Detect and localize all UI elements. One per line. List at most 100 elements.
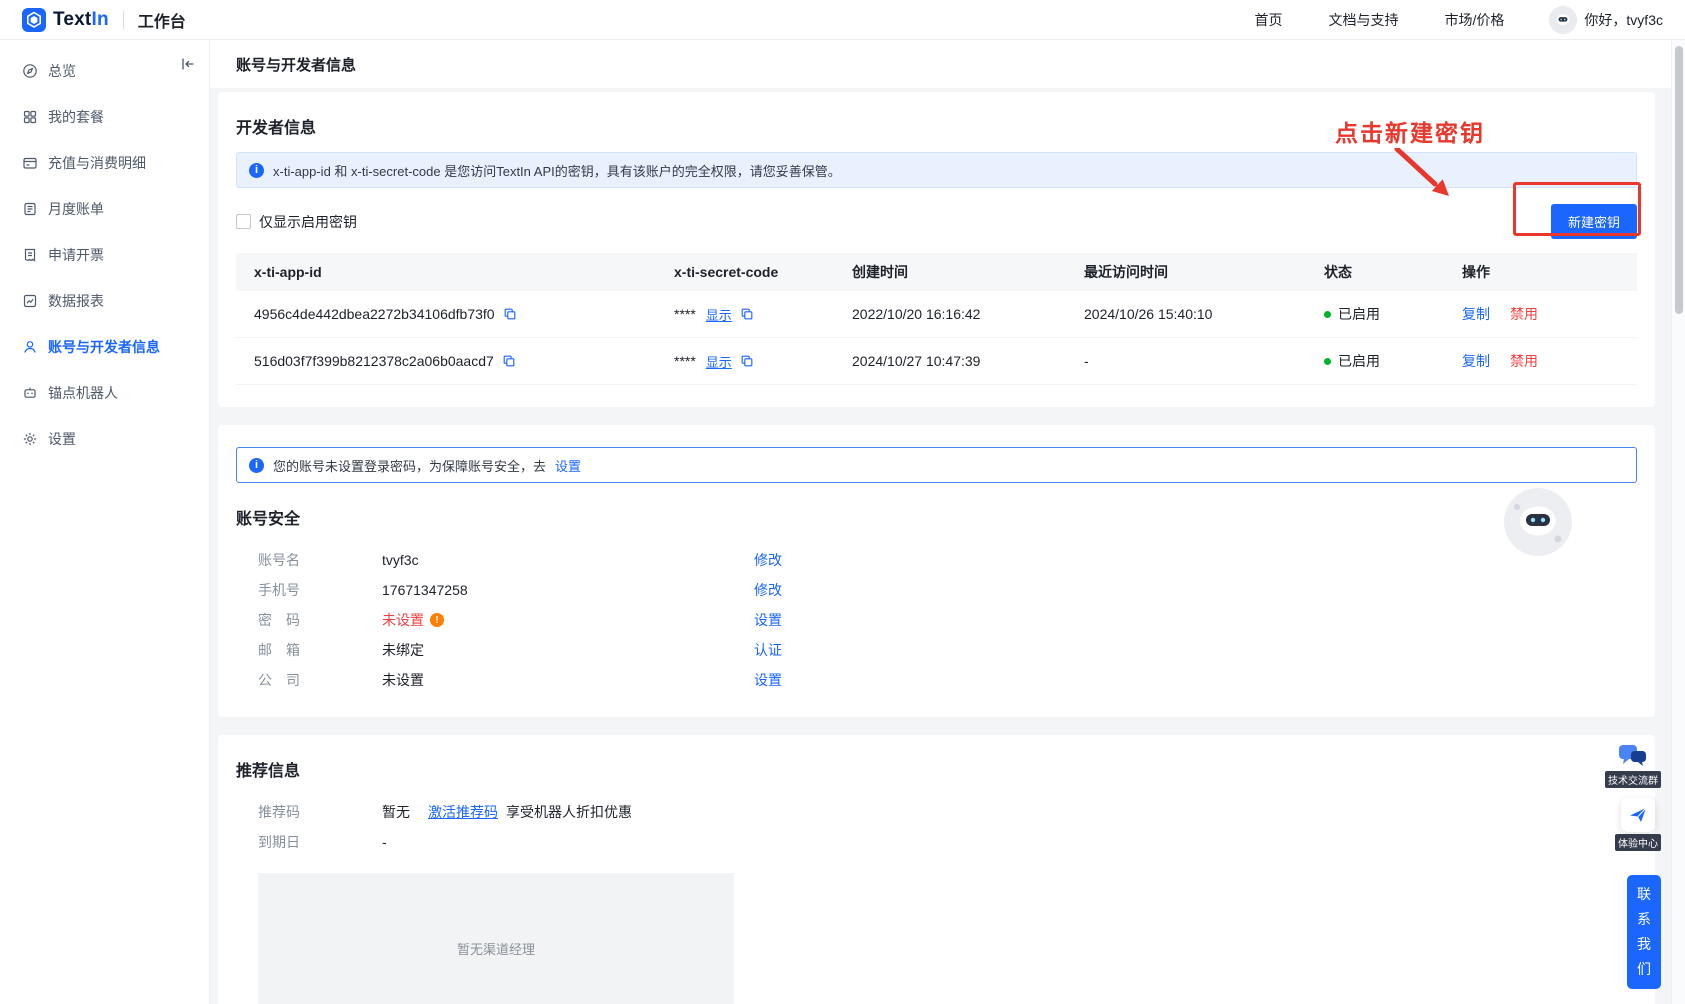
sidebar-item-anchor-robot[interactable]: 锚点机器人 (0, 370, 209, 416)
table-row: 516d03f7f399b8212378c2a06b0aacd7 **** 显示… (236, 338, 1637, 385)
activate-referral-link[interactable]: 激活推荐码 (428, 802, 498, 822)
robot-icon (22, 385, 38, 401)
referral-code-row: 推荐码 暂无 激活推荐码 享受机器人折扣优惠 (236, 797, 1637, 827)
sidebar-collapse-icon[interactable] (180, 56, 196, 72)
field-value: 17671347258 (382, 582, 468, 598)
show-secret-link[interactable]: 显示 (706, 352, 732, 371)
enabled-keys-filter[interactable]: 仅显示启用密钥 (236, 212, 357, 232)
scrollbar-thumb[interactable] (1675, 46, 1683, 314)
user-avatar (1550, 7, 1576, 33)
topbar: TextIn 工作台 首页 文档与支持 市场/价格 你好，tvyf3c (0, 0, 1685, 40)
sidebar-item-overview[interactable]: 总览 (0, 48, 209, 94)
field-label: 账号名 (258, 550, 382, 570)
sidebar-item-data-report[interactable]: 数据报表 (0, 278, 209, 324)
expiry-date-row: 到期日 - (236, 827, 1637, 857)
developer-card-title: 开发者信息 (236, 114, 1637, 138)
info-icon: i (249, 163, 264, 178)
sidebar-item-label: 设置 (48, 429, 76, 449)
password-setup-link[interactable]: 设置 (555, 456, 581, 475)
last-access-time: 2024/10/26 15:40:10 (1066, 306, 1306, 322)
contact-us-label: 联系我们 (1636, 882, 1652, 982)
nav-docs-support[interactable]: 文档与支持 (1329, 10, 1399, 30)
header-status: 状态 (1306, 262, 1444, 282)
user-menu[interactable]: 你好，tvyf3c (1550, 7, 1663, 33)
field-value: 未绑定 (382, 640, 424, 660)
password-notice-text: 您的账号未设置登录密码，为保障账号安全，去 (273, 456, 546, 475)
last-access-time: - (1066, 353, 1306, 369)
field-row-phone: 手机号 17671347258 修改 (236, 575, 1637, 605)
set-password-link[interactable]: 设置 (754, 610, 782, 630)
api-keys-table: x-ti-app-id x-ti-secret-code 创建时间 最近访问时间… (236, 253, 1637, 385)
info-icon: i (249, 458, 264, 473)
field-value: 未设置 (382, 670, 424, 690)
field-row-account-name: 账号名 tvyf3c 修改 (236, 545, 1637, 575)
referral-code-value: 暂无 (382, 802, 410, 822)
verify-email-link[interactable]: 认证 (754, 640, 782, 660)
expiry-date-value: - (382, 834, 387, 850)
page-title: 账号与开发者信息 (236, 54, 356, 75)
settings-gear-icon (22, 431, 38, 447)
copy-icon[interactable] (503, 307, 517, 321)
nav-market-pricing[interactable]: 市场/价格 (1445, 10, 1505, 30)
nav-home[interactable]: 首页 (1255, 10, 1283, 30)
account-icon (22, 339, 38, 355)
api-key-notice-text: x-ti-app-id 和 x-ti-secret-code 是您访问TextI… (273, 161, 841, 180)
modify-account-name-link[interactable]: 修改 (754, 550, 782, 570)
chat-bubbles-icon (1618, 743, 1648, 769)
table-row: 4956c4de442dbea2272b34106dfb73f0 **** 显示… (236, 291, 1637, 338)
tech-group-widget[interactable]: 技术交流群 (1605, 743, 1661, 788)
developer-info-card: 开发者信息 i x-ti-app-id 和 x-ti-secret-code 是… (218, 92, 1655, 407)
new-key-button[interactable]: 新建密钥 (1551, 204, 1637, 239)
referral-benefit-text: 享受机器人折扣优惠 (506, 802, 632, 822)
header-last-access: 最近访问时间 (1066, 262, 1306, 282)
field-value: tvyf3c (382, 552, 419, 568)
invoice-icon (22, 247, 38, 263)
status-text: 已启用 (1338, 304, 1380, 324)
copy-icon[interactable] (740, 354, 754, 368)
copy-action-link[interactable]: 复制 (1462, 351, 1490, 371)
contact-us-button[interactable]: 联系我们 (1627, 875, 1661, 989)
field-label: 手机号 (258, 580, 382, 600)
api-key-notice-banner: i x-ti-app-id 和 x-ti-secret-code 是您访问Tex… (236, 152, 1637, 188)
header-operations: 操作 (1444, 262, 1637, 282)
sidebar-item-recharge-details[interactable]: 充值与消费明细 (0, 140, 209, 186)
account-security-card: i 您的账号未设置登录密码，为保障账号安全，去 设置 账号安全 账 (218, 425, 1655, 717)
sidebar-item-packages[interactable]: 我的套餐 (0, 94, 209, 140)
field-value: 未设置 (382, 610, 424, 630)
sidebar-item-account-developer[interactable]: 账号与开发者信息 (0, 324, 209, 370)
field-label: 密 码 (258, 610, 382, 630)
created-time: 2024/10/27 10:47:39 (834, 353, 1066, 369)
sidebar-item-monthly-bill[interactable]: 月度账单 (0, 186, 209, 232)
disable-action-link[interactable]: 禁用 (1510, 304, 1538, 324)
secret-masked: **** (674, 353, 696, 369)
enabled-keys-checkbox[interactable] (236, 214, 251, 229)
sidebar-item-invoice[interactable]: 申请开票 (0, 232, 209, 278)
field-label: 公 司 (258, 670, 382, 690)
sidebar-item-settings[interactable]: 设置 (0, 416, 209, 462)
secret-masked: **** (674, 306, 696, 322)
disable-action-link[interactable]: 禁用 (1510, 351, 1538, 371)
tech-group-label: 技术交流群 (1605, 771, 1661, 788)
header-created: 创建时间 (834, 262, 1066, 282)
scrollbar-track[interactable] (1671, 40, 1685, 1004)
sidebar-item-label: 申请开票 (48, 245, 104, 265)
logo[interactable]: TextIn (22, 8, 109, 32)
copy-action-link[interactable]: 复制 (1462, 304, 1490, 324)
topbar-divider (123, 11, 124, 29)
show-secret-link[interactable]: 显示 (706, 305, 732, 324)
sidebar-item-label: 总览 (48, 61, 76, 81)
overview-icon (22, 63, 38, 79)
main-area: 账号与开发者信息 开发者信息 i x-ti-app-id 和 x-ti-secr… (210, 40, 1685, 1004)
copy-icon[interactable] (502, 354, 516, 368)
sidebar-item-label: 账号与开发者信息 (48, 337, 160, 357)
copy-icon[interactable] (740, 307, 754, 321)
modify-phone-link[interactable]: 修改 (754, 580, 782, 600)
field-row-company: 公 司 未设置 设置 (236, 665, 1637, 695)
sidebar: 总览 我的套餐 充值与消费明细 月度账单 申请开票 数据报表 账号与开发者信息 … (0, 40, 210, 1004)
experience-center-widget[interactable]: 体验中心 (1615, 798, 1661, 851)
workspace-label: 工作台 (138, 8, 186, 32)
field-row-email: 邮 箱 未绑定 认证 (236, 635, 1637, 665)
packages-icon (22, 109, 38, 125)
created-time: 2022/10/20 16:16:42 (834, 306, 1066, 322)
set-company-link[interactable]: 设置 (754, 670, 782, 690)
